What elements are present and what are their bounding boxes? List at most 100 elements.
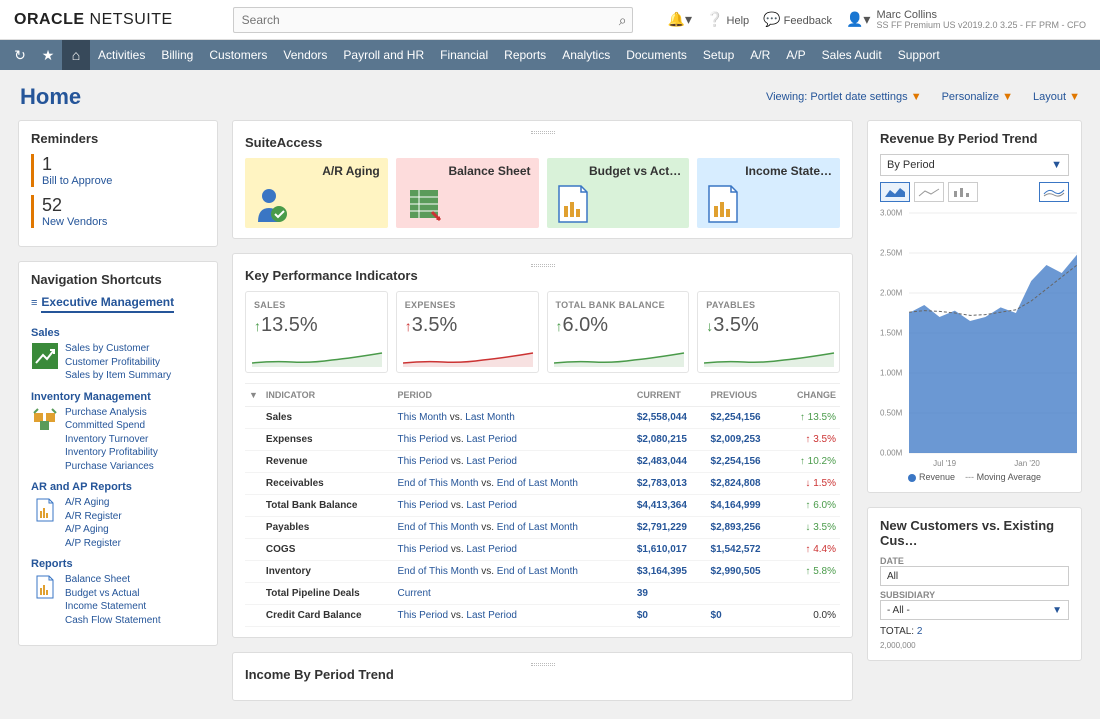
nav-support[interactable]: Support bbox=[890, 40, 948, 70]
revenue-trend-portlet: Revenue By Period Trend By Period▼ 3.00M… bbox=[867, 120, 1082, 493]
income-trend-portlet: Income By Period Trend bbox=[232, 652, 853, 701]
nav-shortcuts-title: Navigation Shortcuts bbox=[31, 272, 205, 287]
suite-access-portlet: SuiteAccess A/R AgingBalance SheetBudget… bbox=[232, 120, 853, 239]
kpi-row[interactable]: RevenueThis Period vs. Last Period$2,483… bbox=[245, 451, 840, 473]
nav-financial[interactable]: Financial bbox=[432, 40, 496, 70]
nav-setup[interactable]: Setup bbox=[695, 40, 742, 70]
kpi-row[interactable]: Credit Card BalanceThis Period vs. Last … bbox=[245, 605, 840, 627]
personalize-link[interactable]: Personalize ▼ bbox=[942, 91, 1013, 103]
viewing-selector[interactable]: Viewing: Portlet date settings ▼ bbox=[766, 91, 922, 103]
shortcut-link[interactable]: Purchase Variances bbox=[65, 460, 158, 474]
kpi-row[interactable]: PayablesEnd of This Month vs. End of Las… bbox=[245, 517, 840, 539]
shortcuts-head[interactable]: Executive Management bbox=[41, 295, 174, 313]
chart-tab-line[interactable] bbox=[914, 182, 944, 202]
subsidiary-selector[interactable]: - All -▼ bbox=[880, 600, 1069, 620]
nav-reports[interactable]: Reports bbox=[496, 40, 554, 70]
chart-up-icon bbox=[31, 342, 59, 370]
chart-legend: Revenue --- Moving Average bbox=[880, 472, 1069, 482]
feedback-link[interactable]: 💬 Feedback bbox=[763, 11, 832, 28]
history-icon[interactable]: ↻ bbox=[6, 40, 34, 70]
avatar-icon: 👤▾ bbox=[846, 11, 870, 28]
search-icon[interactable]: ⌕ bbox=[619, 12, 627, 29]
topbar: ORACLE NETSUITE ⌕ 🔔▾ ❔ Help 💬 Feedback 👤… bbox=[0, 0, 1100, 40]
nav-analytics[interactable]: Analytics bbox=[554, 40, 618, 70]
shortcut-link[interactable]: Purchase Analysis bbox=[65, 406, 158, 420]
shortcut-link[interactable]: Inventory Profitability bbox=[65, 446, 158, 460]
nav-documents[interactable]: Documents bbox=[618, 40, 695, 70]
kpi-row[interactable]: ReceivablesEnd of This Month vs. End of … bbox=[245, 473, 840, 495]
kpi-card[interactable]: PAYABLES↓3.5% bbox=[697, 291, 840, 373]
nav-customers[interactable]: Customers bbox=[201, 40, 275, 70]
kpi-row[interactable]: Total Bank BalanceThis Period vs. Last P… bbox=[245, 495, 840, 517]
date-selector[interactable]: All bbox=[880, 566, 1069, 586]
shortcut-link[interactable]: Income Statement bbox=[65, 600, 161, 614]
chart-tab-area[interactable] bbox=[880, 182, 910, 202]
suite-access-card[interactable]: Budget vs Act… bbox=[547, 158, 690, 228]
shortcut-link[interactable]: A/R Aging bbox=[65, 496, 122, 510]
shortcut-link[interactable]: A/R Register bbox=[65, 510, 122, 524]
shortcut-link[interactable]: Cash Flow Statement bbox=[65, 614, 161, 628]
reminder-item[interactable]: 1Bill to Approve bbox=[31, 154, 205, 187]
shortcut-link[interactable]: Sales by Customer bbox=[65, 342, 171, 356]
global-search: ⌕ bbox=[233, 7, 633, 33]
kpi-row[interactable]: InventoryEnd of This Month vs. End of La… bbox=[245, 561, 840, 583]
shortcut-link[interactable]: Inventory Turnover bbox=[65, 433, 158, 447]
page-title: Home bbox=[20, 84, 81, 110]
kpi-card[interactable]: SALES↑13.5% bbox=[245, 291, 388, 373]
home-icon[interactable]: ⌂ bbox=[62, 40, 90, 70]
notifications-icon[interactable]: 🔔▾ bbox=[668, 11, 692, 28]
shortcut-link[interactable]: Budget vs Actual bbox=[65, 587, 161, 601]
main-nav: ↻ ★ ⌂ ActivitiesBillingCustomersVendorsP… bbox=[0, 40, 1100, 70]
shortcut-link[interactable]: Sales by Item Summary bbox=[65, 369, 171, 383]
page-header: Home Viewing: Portlet date settings ▼ Pe… bbox=[0, 70, 1100, 120]
reminders-title: Reminders bbox=[31, 131, 205, 146]
kpi-table: ▼ INDICATOR PERIOD CURRENT PREVIOUS CHAN… bbox=[245, 383, 840, 627]
kpi-row[interactable]: COGSThis Period vs. Last Period$1,610,01… bbox=[245, 539, 840, 561]
revenue-trend-title: Revenue By Period Trend bbox=[880, 131, 1069, 146]
suite-access-card[interactable]: Income State… bbox=[697, 158, 840, 228]
nav-a-r[interactable]: A/R bbox=[742, 40, 778, 70]
chart-tab-combo[interactable] bbox=[1039, 182, 1069, 202]
chart-tab-bar[interactable] bbox=[948, 182, 978, 202]
help-link[interactable]: ❔ Help bbox=[706, 11, 749, 28]
shortcut-link[interactable]: A/P Register bbox=[65, 537, 122, 551]
search-input[interactable] bbox=[233, 7, 633, 33]
nav-shortcuts-portlet: Navigation Shortcuts ≡Executive Manageme… bbox=[18, 261, 218, 646]
shortcut-group-title: Reports bbox=[31, 558, 205, 570]
brand-logo: ORACLE NETSUITE bbox=[14, 11, 173, 29]
kpi-row[interactable]: SalesThis Month vs. Last Month$2,558,044… bbox=[245, 407, 840, 429]
date-label: DATE bbox=[880, 556, 1069, 566]
new-customers-portlet: New Customers vs. Existing Cus… DATE All… bbox=[867, 507, 1082, 661]
shortcut-group-title: Inventory Management bbox=[31, 391, 205, 403]
layout-link[interactable]: Layout ▼ bbox=[1033, 91, 1080, 103]
user-menu[interactable]: 👤▾ Marc Collins SS FF Premium US v2019.2… bbox=[846, 9, 1086, 31]
shortcut-group-title: Sales bbox=[31, 327, 205, 339]
reminder-item[interactable]: 52New Vendors bbox=[31, 195, 205, 228]
kpi-row[interactable]: ExpensesThis Period vs. Last Period$2,08… bbox=[245, 429, 840, 451]
nav-billing[interactable]: Billing bbox=[153, 40, 201, 70]
suite-access-card[interactable]: A/R Aging bbox=[245, 158, 388, 228]
shortcut-link[interactable]: Committed Spend bbox=[65, 419, 158, 433]
nav-vendors[interactable]: Vendors bbox=[275, 40, 335, 70]
boxes-icon bbox=[31, 406, 59, 434]
kpi-row[interactable]: Total Pipeline DealsCurrent39 bbox=[245, 583, 840, 605]
nav-activities[interactable]: Activities bbox=[90, 40, 153, 70]
subsidiary-label: SUBSIDIARY bbox=[880, 590, 1069, 600]
shortcut-link[interactable]: Balance Sheet bbox=[65, 573, 161, 587]
nav-a-p[interactable]: A/P bbox=[778, 40, 813, 70]
period-selector[interactable]: By Period▼ bbox=[880, 154, 1069, 176]
kpi-card[interactable]: EXPENSES↑3.5% bbox=[396, 291, 539, 373]
shortcut-link[interactable]: A/P Aging bbox=[65, 523, 122, 537]
doc-bars-icon bbox=[31, 496, 59, 524]
shortcut-group-title: AR and AP Reports bbox=[31, 481, 205, 493]
user-context: SS FF Premium US v2019.2.0 3.25 - FF PRM… bbox=[876, 21, 1086, 31]
shortcut-link[interactable]: Customer Profitability bbox=[65, 356, 171, 370]
star-icon[interactable]: ★ bbox=[34, 40, 62, 70]
chart-type-tabs bbox=[880, 182, 1069, 202]
suite-access-card[interactable]: Balance Sheet bbox=[396, 158, 539, 228]
kpi-card[interactable]: TOTAL BANK BALANCE↑6.0% bbox=[547, 291, 690, 373]
nav-payroll-and-hr[interactable]: Payroll and HR bbox=[335, 40, 432, 70]
feedback-icon: 💬 bbox=[763, 11, 780, 27]
nav-sales-audit[interactable]: Sales Audit bbox=[814, 40, 890, 70]
doc-bars-icon bbox=[31, 573, 59, 601]
